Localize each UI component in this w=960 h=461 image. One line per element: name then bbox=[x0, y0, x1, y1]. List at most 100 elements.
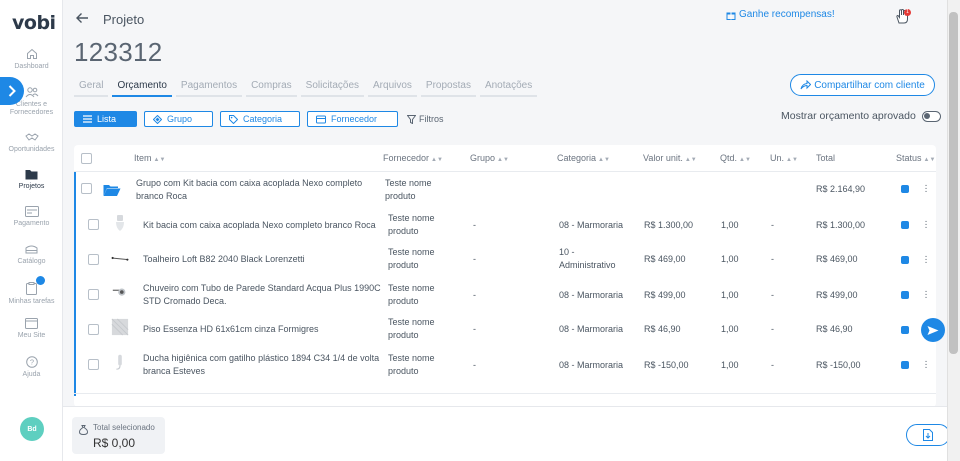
clipboard-icon bbox=[26, 282, 37, 295]
row-categoria: 08 - Marmoraria bbox=[559, 290, 624, 300]
tab-pagamentos[interactable]: Pagamentos bbox=[175, 80, 243, 97]
row-checkbox[interactable] bbox=[88, 219, 99, 230]
gift-icon bbox=[726, 12, 736, 20]
folder-icon bbox=[25, 170, 38, 180]
group-row-menu-button[interactable]: · · · bbox=[923, 181, 929, 197]
group-row-checkbox[interactable] bbox=[81, 183, 92, 194]
view-fornecedor-button[interactable]: Fornecedor bbox=[307, 111, 398, 127]
row-checkbox[interactable] bbox=[88, 289, 99, 300]
sort-icon: ▲▼ bbox=[786, 157, 798, 163]
column-header-fornecedor[interactable]: Fornecedor ▲▼ bbox=[383, 153, 443, 163]
view-lista-button[interactable]: Lista bbox=[74, 111, 137, 127]
row-fornecedor: Teste nome produto bbox=[388, 317, 435, 340]
svg-text:?: ? bbox=[29, 358, 33, 367]
approved-switch[interactable] bbox=[921, 110, 941, 122]
row-menu-button[interactable]: ··· bbox=[923, 217, 929, 233]
tab-compras[interactable]: Compras bbox=[246, 80, 297, 97]
row-valor: R$ -150,00 bbox=[644, 360, 689, 370]
row-menu-button[interactable]: ··· bbox=[923, 252, 929, 268]
sidebar-item-pagamento[interactable]: Pagamento bbox=[0, 206, 63, 228]
share-icon bbox=[800, 80, 812, 90]
row-qtd: 1,00 bbox=[721, 220, 739, 230]
tab-geral[interactable]: Geral bbox=[74, 80, 109, 97]
view-grupo-button[interactable]: Grupo bbox=[144, 111, 213, 127]
row-total: R$ 499,00 bbox=[816, 290, 858, 300]
sidebar-item-meu-site[interactable]: Meu Site bbox=[0, 318, 63, 340]
sidebar-item-oportunidades[interactable]: Oportunidades bbox=[0, 131, 63, 154]
notification-badge: 1 bbox=[904, 9, 911, 16]
vobi-logo[interactable]: vobi bbox=[12, 12, 56, 34]
filters-button[interactable]: Filtros bbox=[407, 114, 444, 124]
row-valor: R$ 1.300,00 bbox=[644, 220, 694, 230]
tab-solicitacoes[interactable]: Solicitações bbox=[300, 80, 365, 97]
filtros-label: Filtros bbox=[419, 114, 444, 124]
row-valor: R$ 499,00 bbox=[644, 290, 686, 300]
sidebar-item-label: Projetos bbox=[18, 183, 45, 190]
column-header-item[interactable]: Item ▲▼ bbox=[134, 153, 165, 163]
table-footer-divider bbox=[74, 393, 936, 394]
show-approved-toggle[interactable]: Mostrar orçamento aprovado bbox=[781, 110, 941, 122]
lista-label: Lista bbox=[97, 114, 117, 124]
sidebar-item-catalogo[interactable]: Catálogo bbox=[0, 244, 63, 266]
group-row-status[interactable] bbox=[901, 185, 909, 193]
row-status[interactable] bbox=[901, 291, 909, 299]
row-item: Piso Essenza HD 61x61cm cinza Formigres bbox=[143, 324, 319, 334]
share-with-client-button[interactable]: Compartilhar com cliente bbox=[790, 74, 935, 96]
sidebar-item-ajuda[interactable]: ? Ajuda bbox=[0, 356, 63, 379]
row-status[interactable] bbox=[901, 221, 909, 229]
row-menu-button[interactable]: ··· bbox=[923, 287, 929, 303]
sort-icon: ▲▼ bbox=[153, 157, 166, 163]
sidebar-item-label: Ajuda bbox=[22, 371, 41, 378]
sidebar-item-minhas-tarefas[interactable]: Minhas tarefas bbox=[0, 282, 63, 306]
row-status[interactable] bbox=[901, 256, 909, 264]
column-header-categoria[interactable]: Categoria ▲▼ bbox=[557, 153, 610, 163]
rewards-link[interactable]: Ganhe recompensas! bbox=[726, 9, 835, 20]
row-checkbox[interactable] bbox=[88, 324, 99, 335]
export-button[interactable] bbox=[906, 424, 950, 446]
row-fornecedor: Teste nome produto bbox=[388, 247, 435, 270]
avatar[interactable]: Bd bbox=[20, 417, 44, 441]
tab-orcamento[interactable]: Orçamento bbox=[112, 80, 172, 97]
header-divider bbox=[74, 171, 936, 172]
row-status[interactable] bbox=[901, 361, 909, 369]
row-status[interactable] bbox=[901, 326, 909, 334]
fornecedor-label: Fornecedor bbox=[331, 114, 378, 124]
row-un: - bbox=[771, 254, 774, 264]
send-icon bbox=[927, 325, 939, 335]
row-grupo: - bbox=[473, 324, 476, 334]
catalog-icon bbox=[25, 245, 38, 254]
sort-icon: ▲▼ bbox=[431, 157, 443, 163]
row-qtd: 1,00 bbox=[721, 360, 739, 370]
diamond-icon bbox=[153, 114, 162, 124]
tab-propostas[interactable]: Propostas bbox=[420, 80, 476, 97]
column-header-valor-unit[interactable]: Valor unit. ▲▼ bbox=[643, 153, 697, 163]
scrollbar-thumb[interactable] bbox=[949, 12, 958, 354]
sort-icon: ▲▼ bbox=[497, 157, 509, 163]
tab-anotacoes[interactable]: Anotações bbox=[479, 80, 538, 97]
sidebar-item-dashboard[interactable]: Dashboard bbox=[0, 48, 63, 71]
column-header-qtd[interactable]: Qtd. ▲▼ bbox=[720, 153, 751, 163]
column-header-grupo[interactable]: Grupo ▲▼ bbox=[470, 153, 509, 163]
row-checkbox[interactable] bbox=[88, 254, 99, 265]
select-all-checkbox[interactable] bbox=[81, 153, 92, 164]
chat-button[interactable] bbox=[921, 318, 945, 342]
back-button[interactable] bbox=[75, 11, 89, 28]
row-checkbox[interactable] bbox=[88, 359, 99, 370]
row-item: Chuveiro com Tubo de Parede Standard Acq… bbox=[143, 283, 381, 306]
tab-arquivos[interactable]: Arquivos bbox=[368, 80, 417, 97]
column-header-un[interactable]: Un. ▲▼ bbox=[770, 153, 798, 163]
row-fornecedor: Teste nome produto bbox=[388, 353, 435, 376]
row-grupo: - bbox=[473, 220, 476, 230]
column-header-status[interactable]: Status ▲▼ bbox=[896, 153, 935, 163]
view-categoria-button[interactable]: Categoria bbox=[220, 111, 300, 127]
row-menu-button[interactable]: ··· bbox=[923, 357, 929, 373]
sidebar-item-projetos[interactable]: Projetos bbox=[0, 169, 63, 191]
arrow-left-icon bbox=[76, 13, 88, 23]
row-categoria: 08 - Marmoraria bbox=[559, 360, 624, 370]
row-qtd: 1,00 bbox=[721, 324, 739, 334]
row-grupo: - bbox=[473, 254, 476, 264]
row-total: R$ -150,00 bbox=[816, 360, 861, 370]
sort-icon: ▲▼ bbox=[684, 157, 697, 163]
group-row-fornecedor: Teste nome produto bbox=[385, 178, 432, 201]
row-un: - bbox=[771, 324, 774, 334]
